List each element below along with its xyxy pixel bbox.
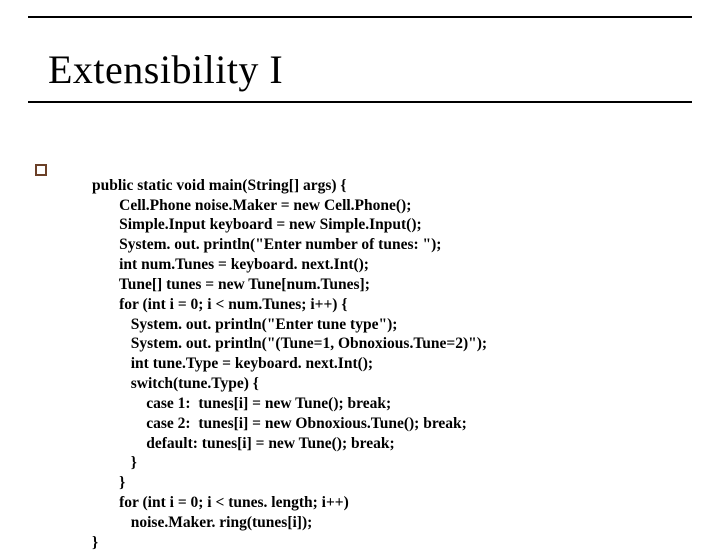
code-line: case 2: tunes[i] = new Obnoxious.Tune();… — [92, 415, 467, 432]
code-line: for (int i = 0; i < tunes. length; i++) — [92, 494, 349, 511]
code-line: default: tunes[i] = new Tune(); break; — [92, 435, 395, 452]
code-line: noise.Maker. ring(tunes[i]); — [92, 514, 312, 531]
page-title: Extensibility I — [48, 46, 692, 93]
code-line: } — [92, 534, 98, 551]
code-line: switch(tune.Type) { — [92, 375, 259, 392]
code-line: int tune.Type = keyboard. next.Int(); — [92, 355, 373, 372]
code-line: Simple.Input keyboard = new Simple.Input… — [92, 216, 422, 233]
code-line: for (int i = 0; i < num.Tunes; i++) { — [92, 296, 347, 313]
code-line: System. out. println("(Tune=1, Obnoxious… — [92, 335, 487, 352]
code-line: Cell.Phone noise.Maker = new Cell.Phone(… — [92, 197, 411, 214]
code-line: System. out. println("Enter tune type"); — [92, 316, 397, 333]
code-line: } — [92, 474, 125, 491]
code-line: public static void main(String[] args) { — [92, 177, 347, 194]
bullet-icon — [35, 164, 47, 176]
title-divider — [28, 101, 692, 103]
code-line: int num.Tunes = keyboard. next.Int(); — [92, 256, 369, 273]
code-line: } — [92, 454, 137, 471]
code-line: Tune[] tunes = new Tune[num.Tunes]; — [92, 276, 370, 293]
code-line: case 1: tunes[i] = new Tune(); break; — [92, 395, 391, 412]
code-block: public static void main(String[] args) {… — [92, 156, 487, 553]
code-line: System. out. println("Enter number of tu… — [92, 236, 441, 253]
